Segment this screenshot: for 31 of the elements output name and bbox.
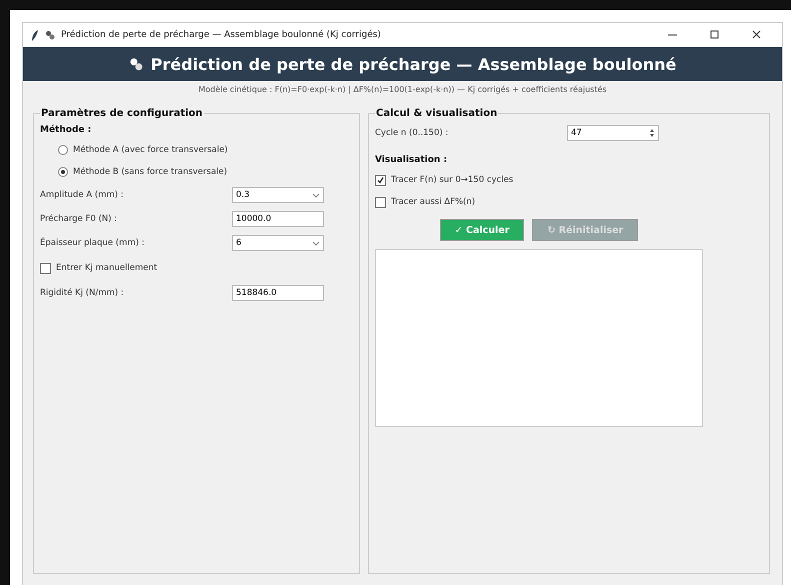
radio-label[interactable]: Méthode A (avec force transversale) [73, 145, 228, 155]
model-subtitle: Modèle cinétique : F(n)=F0·exp(-k·n) | ΔF%(n)=100(1-exp(-k·n)) — Kj corrigés + coefficients réajustés [197, 84, 608, 96]
visualisation-label: Visualisation : [375, 155, 448, 165]
radio-label[interactable]: Méthode B (sans force transversale) [73, 167, 228, 177]
field-label: Cycle n (0..150) : [375, 128, 450, 138]
group-title: Calcul & visualisation [375, 108, 498, 119]
group-title: Paramètres de configuration [40, 108, 204, 119]
field-label: Amplitude A (mm) : [40, 190, 125, 200]
spin-field[interactable]: 47 [567, 125, 659, 141]
checkbox-label[interactable]: Tracer F(n) sur 0→150 cycles [391, 175, 514, 185]
checkbox[interactable] [40, 262, 51, 274]
dropdown-caret-icon [312, 192, 320, 198]
checkbox-label[interactable]: Entrer Kj manuellement [56, 263, 158, 273]
field-label: Rigidité Kj (N/mm) : [40, 288, 125, 298]
checkbox[interactable] [375, 174, 386, 186]
method-label: Méthode : [40, 125, 92, 135]
checkbox[interactable] [375, 196, 386, 208]
dropdown-caret-icon [312, 240, 320, 246]
radio-button[interactable] [58, 145, 68, 155]
input-field[interactable]: 518846.0 [232, 285, 324, 301]
window-title: Prédiction de perte de précharge — Assemblage boulonné (Kj corrigés) [61, 30, 382, 40]
feather-icon [31, 30, 39, 40]
field-label: Épaisseur plaque (mm) : [40, 238, 146, 248]
radio-button[interactable] [58, 167, 68, 177]
header-title: Prédiction de perte de précharge — Assemblage boulonné [150, 54, 676, 74]
input-field[interactable]: 10000.0 [232, 211, 324, 227]
dropdown-field[interactable]: 6 [232, 235, 324, 251]
spinner-arrows-icon [649, 128, 655, 138]
field-label: Précharge F0 (N) : [40, 214, 118, 224]
dropdown-field[interactable]: 0.3 [232, 187, 324, 203]
checkbox-label[interactable]: Tracer aussi ΔF%(n) [391, 197, 476, 207]
